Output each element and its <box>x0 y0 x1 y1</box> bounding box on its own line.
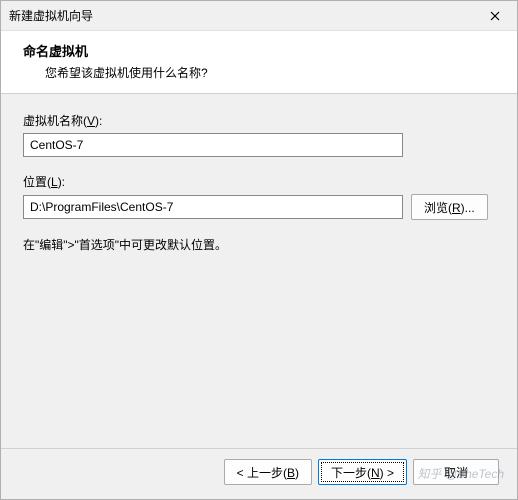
titlebar: 新建虚拟机向导 <box>1 1 517 31</box>
browse-label-pre: 浏览( <box>424 201 452 215</box>
close-button[interactable] <box>481 6 509 26</box>
location-input[interactable] <box>23 195 403 219</box>
vm-name-label-key: V <box>87 114 95 128</box>
wizard-footer: < 上一步(B) 下一步(N) > 取消 <box>1 448 517 499</box>
header-title: 命名虚拟机 <box>23 41 503 60</box>
header-subtitle: 您希望该虚拟机使用什么名称? <box>23 64 503 81</box>
location-label-post: ): <box>58 175 65 189</box>
back-button[interactable]: < 上一步(B) <box>224 459 312 485</box>
back-label-key: B <box>287 466 295 480</box>
location-label-key: L <box>51 175 58 189</box>
next-button[interactable]: 下一步(N) > <box>318 459 407 485</box>
default-location-hint: 在"编辑">"首选项"中可更改默认位置。 <box>23 236 495 253</box>
location-label-pre: 位置( <box>23 175 51 189</box>
cancel-button[interactable]: 取消 <box>413 459 499 485</box>
next-label-post: ) > <box>380 466 394 480</box>
next-label-pre: 下一步( <box>331 466 371 480</box>
next-label-key: N <box>371 466 380 480</box>
vm-name-label-post: ): <box>95 114 102 128</box>
close-icon <box>490 11 500 21</box>
back-label-pre: < 上一步( <box>237 466 287 480</box>
wizard-window: 新建虚拟机向导 命名虚拟机 您希望该虚拟机使用什么名称? 虚拟机名称(V): 位… <box>0 0 518 500</box>
vm-name-label-pre: 虚拟机名称( <box>23 114 87 128</box>
browse-label-key: R <box>452 201 461 215</box>
vm-name-label: 虚拟机名称(V): <box>23 112 495 129</box>
location-label: 位置(L): <box>23 173 495 190</box>
wizard-content: 虚拟机名称(V): 位置(L): 浏览(R)... 在"编辑">"首选项"中可更… <box>1 94 517 448</box>
vm-name-input[interactable] <box>23 133 403 157</box>
browse-label-post: )... <box>461 201 475 215</box>
back-label-post: ) <box>295 466 299 480</box>
browse-button[interactable]: 浏览(R)... <box>411 194 488 220</box>
window-title: 新建虚拟机向导 <box>9 7 481 24</box>
wizard-header: 命名虚拟机 您希望该虚拟机使用什么名称? <box>1 31 517 94</box>
location-row: 浏览(R)... <box>23 194 495 220</box>
